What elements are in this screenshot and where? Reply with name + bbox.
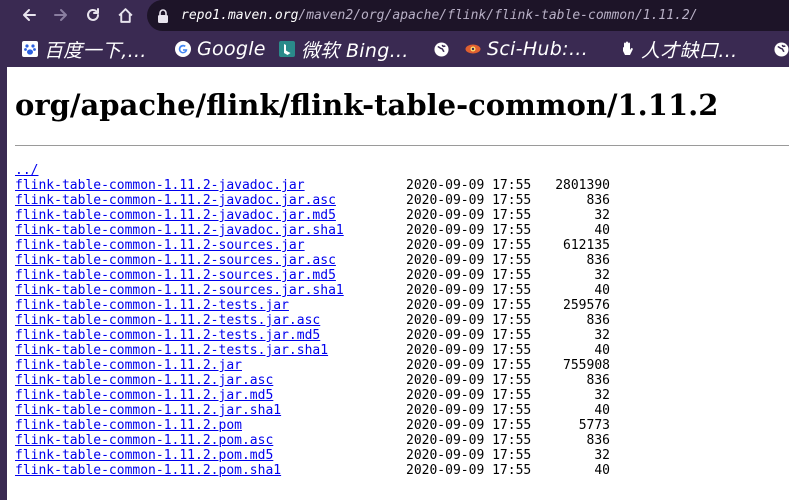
file-link[interactable]: flink-table-common-1.11.2.jar.sha1 — [15, 403, 281, 418]
file-size: 259576 — [563, 298, 610, 313]
file-link[interactable]: flink-table-common-1.11.2-tests.jar.sha1 — [15, 343, 328, 358]
file-link[interactable]: flink-table-common-1.11.2-javadoc.jar.as… — [15, 193, 336, 208]
file-link[interactable]: flink-table-common-1.11.2.pom.sha1 — [15, 463, 281, 478]
baidu-paw-icon — [22, 41, 38, 57]
bookmark-baidu[interactable]: 百度一下,… — [22, 31, 147, 67]
page-title: org/apache/flink/flink-table-common/1.11… — [15, 88, 719, 122]
file-link[interactable]: flink-table-common-1.11.2-tests.jar — [15, 298, 289, 313]
home-icon — [117, 7, 133, 23]
file-date: 2020-09-09 17:55 — [406, 238, 532, 253]
bookmark-google[interactable]: Google — [175, 31, 266, 67]
file-link[interactable]: flink-table-common-1.11.2-javadoc.jar.md… — [15, 208, 336, 223]
file-size: 40 — [594, 403, 610, 418]
bookmark-label: 人才缺口… — [641, 39, 738, 62]
file-size: 836 — [586, 373, 610, 388]
file-size: 5773 — [578, 418, 610, 433]
bookmark-globe[interactable] — [433, 31, 449, 67]
file-link[interactable]: flink-table-common-1.11.2.jar.md5 — [15, 388, 273, 403]
globe-icon — [773, 41, 789, 57]
file-date: 2020-09-09 17:55 — [406, 298, 532, 313]
file-size: 32 — [594, 328, 610, 343]
divider — [15, 145, 789, 146]
globe-icon — [433, 41, 449, 57]
file-size: 32 — [594, 448, 610, 463]
file-link[interactable]: flink-table-common-1.11.2-sources.jar.md… — [15, 268, 336, 283]
file-date: 2020-09-09 17:55 — [406, 268, 532, 283]
parent-directory-link[interactable]: ../ — [15, 163, 38, 178]
file-size: 40 — [594, 223, 610, 238]
file-date: 2020-09-09 17:55 — [406, 403, 532, 418]
browser-toolbar: repo1.maven.org/maven2/org/apache/flink/… — [0, 0, 789, 31]
file-size: 32 — [594, 388, 610, 403]
google-g-icon — [175, 41, 191, 57]
page-content: org/apache/flink/flink-table-common/1.11… — [7, 67, 789, 500]
window-frame — [0, 67, 7, 500]
file-link[interactable]: flink-table-common-1.11.2-javadoc.jar.sh… — [15, 223, 344, 238]
file-size: 755908 — [563, 358, 610, 373]
hand-icon — [619, 41, 635, 57]
url-text: repo1.maven.org/maven2/org/apache/flink/… — [181, 8, 698, 23]
file-date: 2020-09-09 17:55 — [406, 373, 532, 388]
file-link[interactable]: flink-table-common-1.11.2.pom — [15, 418, 242, 433]
file-date: 2020-09-09 17:55 — [406, 193, 532, 208]
file-date: 2020-09-09 17:55 — [406, 448, 532, 463]
bookmark-label: 百度一下,… — [44, 39, 147, 62]
home-button[interactable] — [114, 4, 136, 26]
file-link[interactable]: flink-table-common-1.11.2.pom.asc — [15, 433, 273, 448]
file-size: 40 — [594, 283, 610, 298]
file-size: 836 — [586, 433, 610, 448]
bookmark-label: 微软 Bing… — [301, 39, 409, 62]
file-link[interactable]: flink-table-common-1.11.2-tests.jar.asc — [15, 313, 320, 328]
scihub-eye-icon — [465, 41, 481, 57]
file-link[interactable]: flink-table-common-1.11.2-sources.jar — [15, 238, 305, 253]
back-button[interactable] — [18, 4, 40, 26]
file-date: 2020-09-09 17:55 — [406, 223, 532, 238]
lock-icon — [157, 8, 171, 24]
file-size: 32 — [594, 268, 610, 283]
file-date: 2020-09-09 17:55 — [406, 388, 532, 403]
file-size: 612135 — [563, 238, 610, 253]
file-size: 836 — [586, 313, 610, 328]
arrow-left-icon — [23, 9, 36, 21]
file-date: 2020-09-09 17:55 — [406, 358, 532, 373]
file-size: 836 — [586, 253, 610, 268]
file-date: 2020-09-09 17:55 — [406, 283, 532, 298]
file-link[interactable]: flink-table-common-1.11.2-javadoc.jar — [15, 178, 305, 193]
file-link[interactable]: flink-table-common-1.11.2-sources.jar.as… — [15, 253, 336, 268]
bookmarks-bar: 百度一下,… Google 微软 Bing… Sci-Hub:… 人才缺口… — [0, 31, 789, 68]
bookmark-label: Google — [197, 38, 266, 60]
bing-icon — [279, 41, 295, 57]
bookmark-scihub[interactable]: Sci-Hub:… — [465, 31, 588, 67]
file-date: 2020-09-09 17:55 — [406, 253, 532, 268]
bookmark-globe-2[interactable] — [773, 31, 789, 67]
bookmark-bing[interactable]: 微软 Bing… — [279, 31, 409, 67]
file-link[interactable]: flink-table-common-1.11.2.pom.md5 — [15, 448, 273, 463]
file-size: 40 — [594, 343, 610, 358]
file-link[interactable]: flink-table-common-1.11.2.jar — [15, 358, 242, 373]
address-bar[interactable]: repo1.maven.org/maven2/org/apache/flink/… — [147, 0, 789, 31]
file-date: 2020-09-09 17:55 — [406, 313, 532, 328]
bookmark-label: Sci-Hub:… — [487, 38, 589, 60]
file-size: 40 — [594, 463, 610, 478]
file-date: 2020-09-09 17:55 — [406, 328, 532, 343]
file-date: 2020-09-09 17:55 — [406, 433, 532, 448]
bookmark-talent[interactable]: 人才缺口… — [619, 31, 738, 67]
file-date: 2020-09-09 17:55 — [406, 178, 532, 193]
file-size: 2801390 — [555, 178, 610, 193]
file-size: 836 — [586, 193, 610, 208]
file-date: 2020-09-09 17:55 — [406, 343, 532, 358]
file-link[interactable]: flink-table-common-1.11.2.jar.asc — [15, 373, 273, 388]
forward-button[interactable] — [50, 4, 72, 26]
file-link[interactable]: flink-table-common-1.11.2-sources.jar.sh… — [15, 283, 344, 298]
file-link[interactable]: flink-table-common-1.11.2-tests.jar.md5 — [15, 328, 320, 343]
file-size: 32 — [594, 208, 610, 223]
file-date: 2020-09-09 17:55 — [406, 463, 532, 478]
file-date: 2020-09-09 17:55 — [406, 418, 532, 433]
reload-button[interactable] — [82, 4, 104, 26]
file-date: 2020-09-09 17:55 — [406, 208, 532, 223]
reload-icon — [87, 8, 99, 21]
arrow-right-icon — [54, 9, 67, 21]
